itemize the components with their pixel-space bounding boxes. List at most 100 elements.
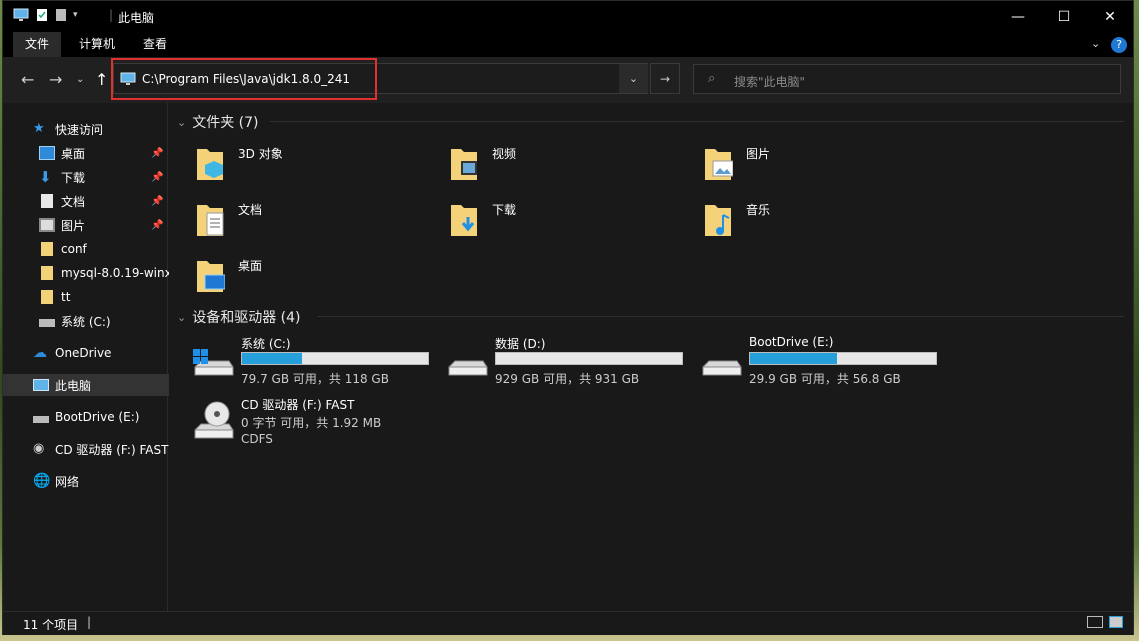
go-button[interactable]: → — [650, 63, 680, 94]
tab-view[interactable]: 查看 — [131, 32, 179, 57]
drives-group-header[interactable]: ⌄ 设备和驱动器 (4) — [177, 307, 301, 327]
tab-file[interactable]: 文件 — [13, 32, 62, 57]
folder-label: 3D 对象 — [238, 147, 283, 161]
hard-drive-icon — [702, 360, 742, 376]
drive-usage-fill — [750, 353, 838, 364]
sidebar-item-label: conf — [61, 242, 87, 256]
sidebar-item-network[interactable]: 🌐 网络 — [3, 470, 195, 492]
sidebar-item-label: CD 驱动器 (F:) FAST — [55, 442, 169, 457]
computer-icon — [33, 379, 49, 391]
document-icon — [41, 194, 53, 208]
sidebar-item-label: 桌面 — [61, 146, 86, 161]
window-title: 此电脑 — [118, 11, 155, 25]
pin-icon: 📌 — [151, 195, 164, 207]
large-icons-view-icon[interactable] — [1109, 616, 1123, 628]
up-arrow-icon[interactable]: ↑ — [95, 70, 108, 89]
file-explorer-window: ▾ | 此电脑 — ☐ ✕ 文件 计算机 查看 ⌄ ? ← → ⌄ ↑ C:\P… — [2, 0, 1134, 635]
folder-desktop[interactable]: 桌面 — [191, 251, 441, 301]
document-icon — [197, 205, 224, 236]
folder-icon — [41, 290, 53, 304]
drive-icon — [33, 416, 49, 423]
folder-label: 桌面 — [238, 259, 263, 273]
forward-arrow-icon[interactable]: → — [49, 70, 62, 89]
ribbon-expand-icon[interactable]: ⌄ — [1091, 37, 1100, 50]
help-icon[interactable]: ? — [1111, 37, 1127, 53]
tab-computer[interactable]: 计算机 — [67, 32, 127, 57]
status-bar: 11 个项目 | — [3, 611, 1133, 635]
sidebar-item-label: 文档 — [61, 194, 86, 209]
cd-drive-icon — [194, 401, 234, 439]
pin-icon: 📌 — [151, 147, 164, 159]
sidebar-item-cd-drive[interactable]: ◉ CD 驱动器 (F:) FAST — [3, 438, 195, 460]
address-history-dropdown[interactable]: ⌄ — [619, 64, 648, 93]
recent-locations-icon[interactable]: ⌄ — [76, 74, 84, 85]
folder-downloads[interactable]: 下载 — [445, 195, 695, 245]
music-icon — [705, 205, 731, 236]
sidebar-item-label: 快速访问 — [55, 122, 104, 137]
item-count: 11 个项目 — [23, 618, 79, 632]
sidebar-item-onedrive[interactable]: ☁ OneDrive — [3, 342, 195, 364]
folder-3d-objects[interactable]: 3D 对象 — [191, 139, 441, 189]
maximize-button[interactable]: ☐ — [1041, 1, 1087, 32]
sidebar-item-label: 网络 — [55, 474, 80, 489]
drive-cd-f[interactable]: CD 驱动器 (F:) FAST 0 字节 可用，共 1.92 MB CDFS — [191, 396, 441, 448]
sidebar-item-label: 此电脑 — [55, 378, 92, 393]
drive-usage-bar — [749, 352, 937, 365]
drive-filesystem: CDFS — [241, 432, 273, 446]
folder-videos[interactable]: 视频 — [445, 139, 695, 189]
drive-usage-fill — [242, 353, 302, 364]
search-box[interactable]: ⌕ 搜索"此电脑" — [693, 64, 1121, 94]
folder-documents[interactable]: 文档 — [191, 195, 441, 245]
sidebar-item-label: 图片 — [61, 218, 86, 233]
properties-icon[interactable] — [35, 8, 49, 22]
drive-usage-bar — [241, 352, 429, 365]
sidebar-item-bootdrive[interactable]: BootDrive (E:) — [3, 406, 195, 428]
chevron-down-icon: ⌄ — [177, 310, 187, 324]
drive-free-space: 929 GB 可用，共 931 GB — [495, 372, 640, 386]
folders-group-header[interactable]: ⌄ 文件夹 (7) — [177, 112, 259, 132]
new-folder-icon[interactable] — [55, 8, 67, 22]
pin-icon: 📌 — [151, 219, 164, 231]
arrow-right-icon: → — [659, 71, 671, 86]
desktop-icon — [39, 146, 55, 160]
navigation-pane: ★ 快速访问 桌面 📌 ⬇ 下载 📌 文档 📌 图片 📌 conf mysql-… — [3, 103, 195, 611]
folder-music[interactable]: 音乐 — [699, 195, 949, 245]
group-title: 设备和驱动器 (4) — [192, 310, 301, 326]
drive-label: 数据 (D:) — [495, 337, 546, 351]
folder-label: 视频 — [492, 147, 517, 161]
details-view-icon[interactable] — [1087, 616, 1103, 628]
3d-objects-icon — [197, 149, 223, 180]
close-button[interactable]: ✕ — [1087, 1, 1133, 32]
folder-icon — [41, 266, 53, 280]
drive-data-d[interactable]: 数据 (D:) 929 GB 可用，共 931 GB — [445, 335, 695, 387]
chevron-down-icon: ⌄ — [177, 115, 187, 129]
drive-free-space: 79.7 GB 可用，共 118 GB — [241, 372, 389, 386]
minimize-button[interactable]: — — [995, 1, 1041, 32]
folder-pictures[interactable]: 图片 — [699, 139, 949, 189]
search-placeholder: 搜索"此电脑" — [734, 75, 806, 89]
customize-qat-icon[interactable]: ▾ — [73, 10, 78, 20]
cloud-icon: ☁ — [33, 345, 47, 361]
drive-icon — [39, 319, 55, 327]
drive-bootdrive-e[interactable]: BootDrive (E:) 29.9 GB 可用，共 56.8 GB — [699, 335, 949, 387]
desktop-icon — [197, 261, 225, 292]
sidebar-item-label: mysql-8.0.19-winx — [61, 266, 172, 280]
drive-system-c[interactable]: 系统 (C:) 79.7 GB 可用，共 118 GB — [191, 335, 441, 387]
back-arrow-icon[interactable]: ← — [21, 70, 34, 89]
search-icon: ⌕ — [708, 71, 716, 86]
highlight-annotation-box — [111, 58, 377, 100]
sidebar-item-label: 系统 (C:) — [61, 314, 111, 329]
title-separator: | — [109, 8, 114, 22]
drive-label: 系统 (C:) — [241, 337, 291, 351]
title-bar: ▾ | 此电脑 — ☐ ✕ — [3, 1, 1133, 32]
ribbon: 文件 计算机 查看 ⌄ ? — [3, 32, 1133, 57]
group-divider — [269, 121, 1124, 122]
hard-drive-icon — [448, 360, 488, 376]
picture-icon — [705, 149, 733, 180]
windows-drive-icon — [193, 349, 234, 376]
folder-label: 图片 — [746, 147, 771, 161]
drive-label: CD 驱动器 (F:) FAST — [241, 398, 355, 412]
sidebar-item-this-pc[interactable]: 此电脑 — [3, 374, 195, 396]
folder-label: 下载 — [492, 203, 517, 217]
sidebar-item-quick-access[interactable]: ★ 快速访问 — [3, 118, 195, 140]
